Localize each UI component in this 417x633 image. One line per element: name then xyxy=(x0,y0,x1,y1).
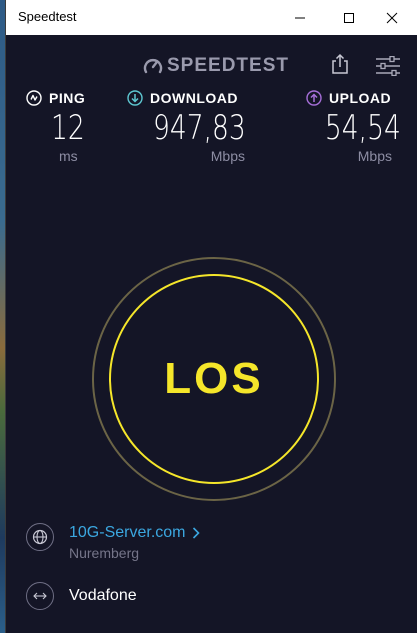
speedtest-window: Speedtest SPEEDTEST PING 12 ms DOWNLOAD … xyxy=(5,0,417,633)
settings-button[interactable] xyxy=(375,55,401,80)
share-icon xyxy=(332,53,348,74)
ping-label: PING xyxy=(49,90,86,106)
upload-metric: UPLOAD 54,54 Mbps xyxy=(306,90,401,164)
ping-icon xyxy=(26,90,42,106)
upload-arrow-icon xyxy=(306,90,322,106)
chevron-right-icon xyxy=(192,527,201,539)
title-bar[interactable]: Speedtest xyxy=(6,0,417,35)
ping-value: 12 xyxy=(51,108,85,148)
connection-arrows-icon xyxy=(26,582,54,610)
maximize-icon xyxy=(344,12,354,23)
close-button[interactable] xyxy=(369,0,415,35)
download-label: DOWNLOAD xyxy=(150,90,238,106)
minimize-button[interactable] xyxy=(277,0,323,35)
server-row: 10G-Server.com Nuremberg xyxy=(26,523,201,561)
maximize-button[interactable] xyxy=(326,0,372,35)
isp-row: Vodafone xyxy=(26,582,137,610)
change-server-link[interactable]: 10G-Server.com xyxy=(69,524,201,542)
close-icon xyxy=(386,12,398,23)
share-button[interactable] xyxy=(331,53,349,79)
server-location: Nuremberg xyxy=(69,545,140,561)
settings-sliders-icon xyxy=(376,55,400,77)
upload-value: 54,54 xyxy=(324,108,401,148)
ping-unit: ms xyxy=(59,148,78,164)
minimize-icon xyxy=(295,17,305,18)
logo-text: SPEEDTEST xyxy=(167,55,289,76)
speedtest-app: SPEEDTEST PING 12 ms DOWNLOAD 947,83 Mbp… xyxy=(6,35,417,633)
download-metric: DOWNLOAD 947,83 Mbps xyxy=(127,90,246,164)
isp-name: Vodafone xyxy=(69,587,137,604)
upload-label: UPLOAD xyxy=(329,90,392,106)
download-arrow-icon xyxy=(127,90,143,106)
window-title: Speedtest xyxy=(18,9,77,24)
download-unit: Mbps xyxy=(210,148,245,164)
speedtest-logo: SPEEDTEST xyxy=(143,55,289,77)
speedometer-icon xyxy=(143,59,163,74)
ping-metric: PING 12 ms xyxy=(26,90,111,164)
globe-icon xyxy=(26,523,54,551)
download-value: 947,83 xyxy=(152,108,246,148)
go-button[interactable]: LOS xyxy=(110,275,318,483)
go-button-area: LOS xyxy=(89,254,339,504)
server-name: 10G-Server.com xyxy=(69,524,186,541)
upload-unit: Mbps xyxy=(357,148,392,164)
go-button-label: LOS xyxy=(164,354,264,403)
